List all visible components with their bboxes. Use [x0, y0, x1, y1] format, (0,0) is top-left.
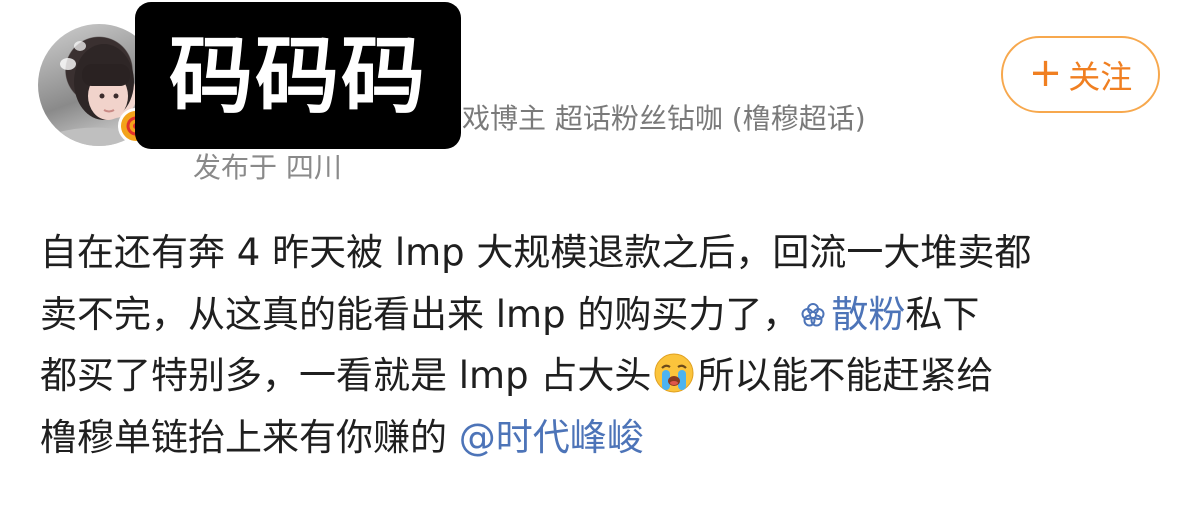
- crying-face-emoji: [654, 353, 694, 393]
- plus-icon: +: [1028, 50, 1063, 96]
- post-text: 私下: [905, 292, 980, 336]
- author-name[interactable]: 码码码: [135, 2, 461, 149]
- topic-flower-icon: [801, 302, 825, 326]
- post-text: 卖不完，从这真的能看出来 lmp 的购买力了，: [40, 292, 800, 336]
- follow-button[interactable]: + 关注: [1001, 36, 1160, 113]
- topic-link-label: 散粉: [831, 292, 906, 336]
- post-content: 自在还有奔 4 昨天被 lmp 大规模退款之后，回流一大堆卖都 卖不完，从这真的…: [40, 222, 1165, 468]
- mention-link[interactable]: @时代峰峻: [459, 416, 644, 459]
- post-line-2: 卖不完，从这真的能看出来 lmp 的购买力了， 散粉私下: [40, 284, 1165, 346]
- follow-button-label: 关注: [1068, 57, 1133, 96]
- post-text: 橹穆单链抬上来有你赚的: [40, 415, 459, 459]
- post-line-3: 都买了特别多，一看就是 lmp 占大头 所以能不能赶紧给: [40, 345, 1165, 407]
- author-name-text: 码码码: [168, 26, 427, 125]
- author-meta: 戏博主 超话粉丝钻咖 (橹穆超话): [462, 102, 866, 135]
- post-text: 都买了特别多，一看就是 lmp 占大头: [40, 354, 652, 397]
- topic-link[interactable]: 散粉: [799, 293, 905, 336]
- post-line-1: 自在还有奔 4 昨天被 lmp 大规模退款之后，回流一大堆卖都: [40, 222, 1165, 284]
- post-line-4: 橹穆单链抬上来有你赚的 @时代峰峻: [40, 407, 1165, 469]
- post-text: 所以能不能赶紧给: [697, 354, 994, 397]
- post-location: 发布于 四川: [193, 151, 342, 184]
- post-text: 自在还有奔 4 昨天被 lmp 大规模退款之后，回流一大堆卖都: [40, 231, 1032, 274]
